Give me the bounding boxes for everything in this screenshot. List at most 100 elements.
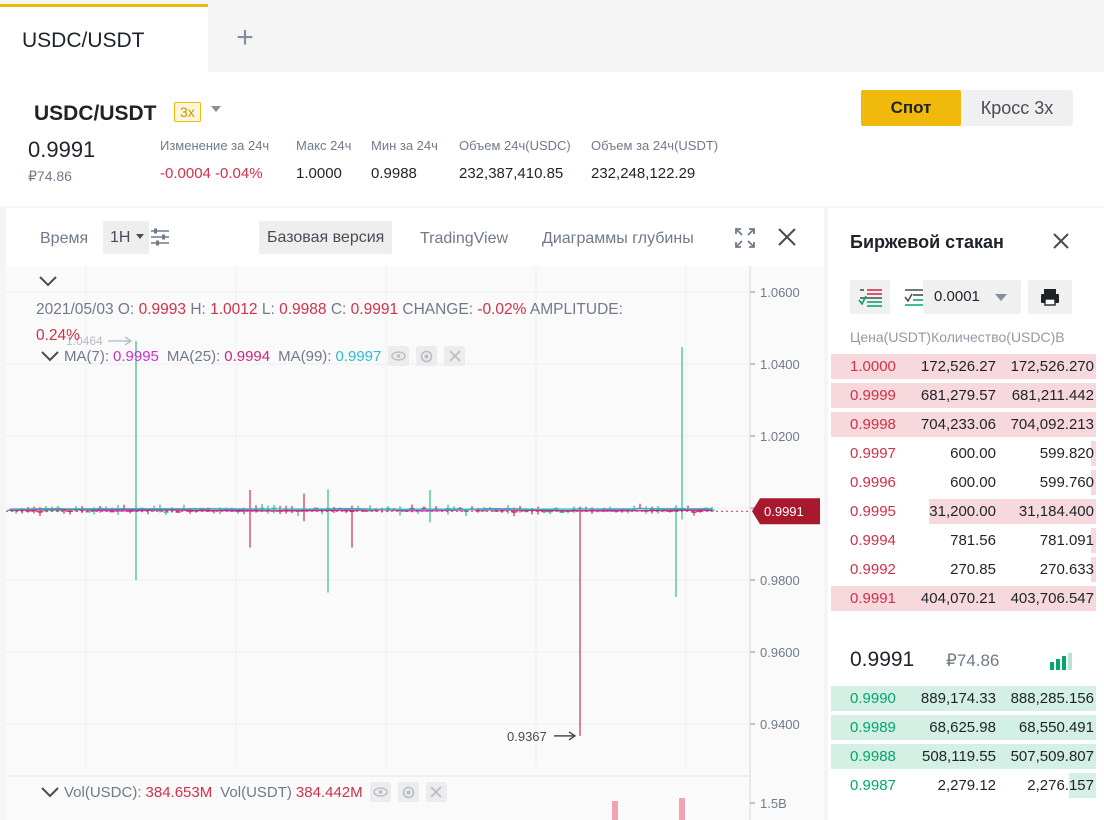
chevron-down-icon[interactable] — [38, 274, 58, 293]
close-icon[interactable] — [1052, 232, 1070, 255]
ma99-value: 0.9997 — [335, 347, 382, 365]
ma-legend: MA(7): 0.9995 MA(25): 0.9994 MA(99): 0.9997 — [40, 346, 466, 366]
orderbook-total: 31,184.400 — [1018, 503, 1094, 520]
interval-value: 1H — [110, 229, 131, 246]
orderbook-price: 0.9995 — [850, 503, 896, 520]
volume-legend: Vol(USDC): 384.653M Vol(USDT) 384.442M — [40, 782, 447, 802]
gear-icon[interactable] — [397, 782, 419, 802]
stat-label: Объем за 24ч(USDT) — [591, 138, 719, 153]
orderbook-row[interactable]: 0.9998 704,233.06 704,092.213 — [828, 410, 1104, 439]
orderbook-row[interactable]: 0.9988 508,119.55 507,509.807 — [828, 742, 1104, 771]
stat-change: Изменение за 24ч -0.0004 -0.04% — [160, 138, 269, 182]
orderbook-amount: 600.00 — [950, 445, 996, 462]
legend-close-label: C: — [330, 301, 347, 318]
stat-value: 232,248,122.29 — [591, 165, 696, 182]
orderbook-row[interactable]: 0.9989 68,625.98 68,550.491 — [828, 713, 1104, 742]
close-icon[interactable] — [425, 782, 447, 802]
close-icon[interactable] — [444, 346, 466, 366]
orderbook-row[interactable]: 0.9996 600.00 599.760 — [828, 468, 1104, 497]
cross-button[interactable]: Кросс 3x — [961, 90, 1073, 126]
tab-bar: USDC/USDT + — [0, 0, 1104, 72]
volume-tick-label: 1.5B — [760, 796, 787, 811]
chevron-down-icon[interactable] — [40, 785, 60, 799]
orderbook-price: 0.9994 — [850, 532, 896, 549]
volume-bar — [679, 798, 685, 820]
expand-icon[interactable] — [734, 227, 756, 254]
orderbook-row[interactable]: 0.9987 2,279.12 2,276.157 — [828, 771, 1104, 800]
tab-label: USDC/USDT — [22, 29, 145, 52]
orderbook-row[interactable]: 0.9997 600.00 599.820 — [828, 439, 1104, 468]
mid-price-fiat: ₽74.86 — [946, 651, 1000, 670]
y-tick-label: 1.0600 — [760, 285, 800, 300]
orderbook-amount: 270.85 — [950, 561, 996, 578]
chevron-down-icon — [136, 234, 144, 239]
orderbook-row[interactable]: 0.9999 681,279.57 681,211.442 — [828, 381, 1104, 410]
orderbook-amount: 68,625.98 — [929, 719, 996, 736]
orderbook-row[interactable]: 0.9991 404,070.21 403,706.547 — [828, 584, 1104, 613]
legend-low-label: L: — [261, 301, 275, 318]
vol-usdt-value: 384.442M — [295, 783, 363, 801]
stat-label: Мин за 24ч — [371, 138, 438, 153]
printer-icon[interactable] — [1028, 280, 1072, 314]
orderbook-price: 0.9987 — [850, 777, 896, 794]
stat-label: Макс 24ч — [296, 138, 352, 153]
ma99-label: MA(99): — [278, 347, 332, 365]
tab-tradingview[interactable]: TradingView — [420, 230, 508, 248]
orderbook-row[interactable]: 0.9990 889,174.33 888,285.156 — [828, 684, 1104, 713]
orderbook-price: 0.9991 — [850, 590, 896, 607]
interval-select[interactable]: 1H — [103, 221, 149, 254]
orderbook-title: Биржевой стакан — [850, 232, 1004, 252]
ma7-value: 0.9995 — [113, 347, 159, 365]
stat-value: 232,387,410.85 — [459, 165, 564, 182]
orderbook-price: 0.9996 — [850, 474, 896, 491]
legend-open: 0.9993 — [138, 301, 186, 318]
plus-icon[interactable]: + — [228, 22, 262, 56]
orderbook-price: 0.9998 — [850, 416, 896, 433]
orderbook-amount: 172,526.27 — [920, 358, 996, 375]
orderbook-total: 681,211.442 — [1011, 387, 1094, 404]
ma99-line — [9, 508, 713, 511]
orderbook-view-both-icon[interactable] — [850, 280, 890, 314]
tab-usdc-usdt[interactable]: USDC/USDT — [0, 4, 208, 72]
orderbook-price: 0.9990 — [850, 690, 896, 707]
legend-change-label: CHANGE: — [402, 301, 474, 318]
orderbook-price: 0.9989 — [850, 719, 896, 736]
indicator-settings-icon[interactable] — [150, 227, 170, 252]
legend-open-label: O: — [117, 301, 135, 318]
eye-icon[interactable] — [369, 782, 391, 802]
chevron-down-icon[interactable] — [40, 349, 60, 363]
orderbook-amount: 704,233.06 — [920, 416, 996, 433]
orderbook-row[interactable]: 0.9995 31,200.00 31,184.400 — [828, 497, 1104, 526]
stat-volume-usdt: Объем за 24ч(USDT) 232,248,122.29 — [591, 138, 718, 182]
orderbook-total: 704,092.213 — [1010, 416, 1094, 433]
orderbook-total: 172,526.270 — [1010, 358, 1094, 375]
y-tick-label: 1.0200 — [760, 429, 800, 444]
orderbook-price: 0.9997 — [850, 445, 896, 462]
y-tick-label: 0.9600 — [760, 645, 800, 660]
precision-select[interactable]: 0.0001 — [923, 280, 1021, 314]
orderbook-row[interactable]: 0.9992 270.85 270.633 — [828, 555, 1104, 584]
orderbook-total: 599.820 — [1039, 445, 1094, 462]
tab-depth-charts[interactable]: Диаграммы глубины — [542, 230, 694, 248]
spot-button[interactable]: Спот — [861, 90, 961, 126]
ohlc-legend: 2021/05/03 O: 0.9993 H: 1.0012 L: 0.9988… — [36, 297, 736, 349]
orderbook-row[interactable]: 1.0000 172,526.27 172,526.270 — [828, 352, 1104, 381]
gear-icon[interactable] — [416, 346, 438, 366]
tab-basic-version[interactable]: Базовая версия — [259, 221, 393, 254]
time-label: Время — [40, 230, 89, 247]
vol-usdc-value: 384.653M — [145, 783, 213, 801]
leverage-badge[interactable]: 3x — [174, 102, 201, 122]
eye-icon[interactable] — [388, 346, 410, 366]
orderbook-amount: 508,119.55 — [922, 748, 996, 765]
legend-date: 2021/05/03 — [36, 301, 114, 318]
chevron-down-icon[interactable] — [211, 106, 221, 112]
y-tick-label: 0.9400 — [760, 717, 800, 732]
ma7-label: MA(7): — [64, 347, 109, 365]
orderbook-total: 781.091 — [1039, 532, 1094, 549]
orderbook-amount: 681,279.57 — [920, 387, 996, 404]
close-icon[interactable] — [777, 227, 797, 252]
precision-value: 0.0001 — [934, 288, 980, 305]
orderbook-total: 599.760 — [1039, 474, 1094, 491]
orderbook-row[interactable]: 0.9994 781.56 781.091 — [828, 526, 1104, 555]
stat-high: Макс 24ч 1.0000 — [296, 138, 351, 182]
